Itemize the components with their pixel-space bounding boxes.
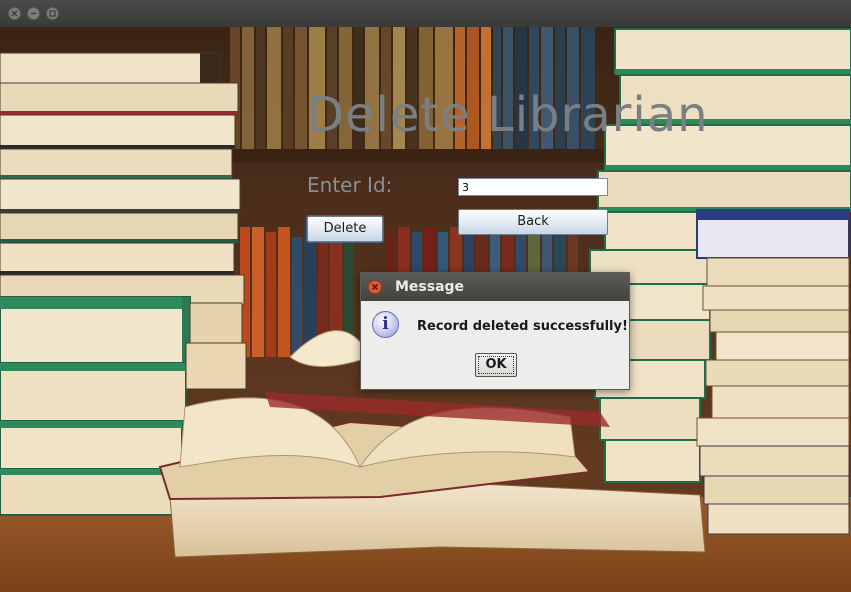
page-title: Delete Librarian [307, 87, 709, 143]
back-button[interactable]: Back [458, 209, 608, 235]
id-label: Enter Id: [307, 173, 393, 197]
message-dialog: Message i Record deleted successfully! O… [360, 272, 630, 390]
ok-button[interactable]: OK [475, 353, 517, 377]
dialog-title: Message [395, 279, 465, 295]
dialog-titlebar: Message [361, 273, 629, 301]
maximize-icon[interactable] [46, 7, 59, 20]
dialog-message: Record deleted successfully! [417, 319, 628, 334]
window-titlebar [0, 0, 851, 28]
dialog-close-icon[interactable] [368, 280, 382, 294]
delete-button[interactable]: Delete [306, 215, 384, 243]
id-input[interactable] [458, 178, 608, 196]
close-icon[interactable] [8, 7, 21, 20]
minimize-icon[interactable] [27, 7, 40, 20]
info-icon: i [372, 311, 399, 338]
